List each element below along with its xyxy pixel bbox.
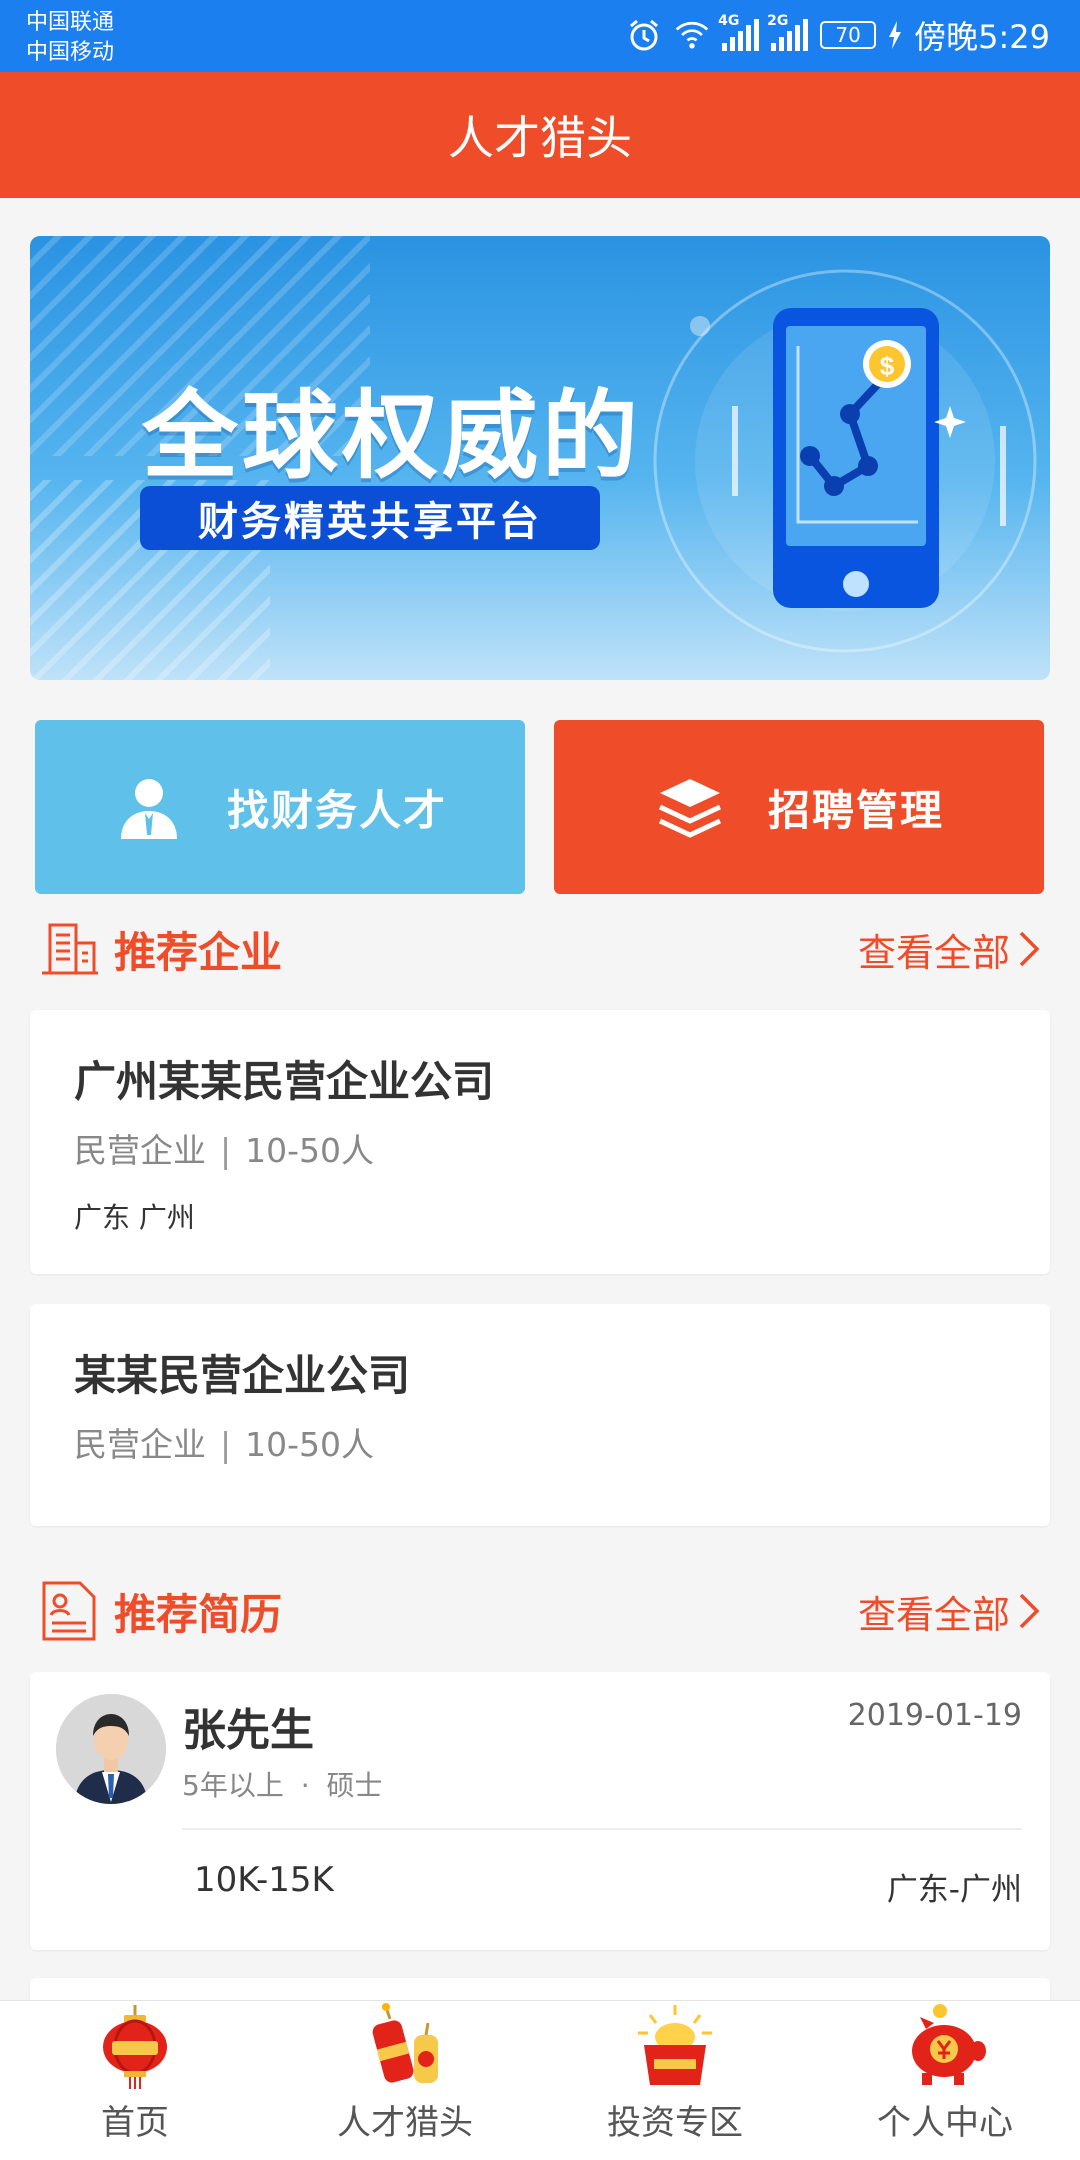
lantern-icon (103, 2005, 167, 2089)
expected-salary: 10K-15K (194, 1860, 334, 1900)
carrier-2: 中国移动 (26, 40, 115, 65)
carrier-info: 中国联通 中国移动 (26, 8, 114, 68)
meta-separator: | (220, 1425, 232, 1464)
signal-4g-icon: 4G (718, 13, 760, 51)
status-bar: 中国联通 中国移动 4G 2G 70 傍晚5:29 (0, 0, 1080, 72)
companies-title-group: 推荐企业 (40, 919, 282, 980)
candidate-meta: 5年以上 · 硕士 (182, 1764, 383, 1804)
tab-talent-hunter[interactable]: 人才猎头 (270, 2001, 540, 2160)
avatar (56, 1694, 166, 1804)
resume-card[interactable]: 张先生 2019-01-19 5年以上 · 硕士 10K-15K 广东-广州 (30, 1672, 1050, 1950)
building-icon (42, 923, 98, 975)
coin-symbol: $ (880, 351, 895, 381)
clock: 傍晚5:29 (914, 18, 1050, 56)
alarm-icon (630, 19, 659, 51)
tab-profile-label: 个人中心 (877, 2103, 1013, 2143)
layers-icon (658, 779, 722, 838)
companies-section-title: 推荐企业 (114, 927, 283, 977)
resume-icon (42, 1581, 96, 1641)
tab-investment-label: 投资专区 (607, 2103, 743, 2143)
company-size: 10-50人 (245, 1131, 375, 1170)
resumes-section-header: 推荐简历 查看全部 (40, 1576, 1040, 1646)
page-title: 人才猎头 (448, 111, 632, 165)
company-type: 民营企业 (74, 1425, 206, 1464)
wifi-icon (675, 21, 709, 49)
resumes-view-all-link[interactable]: 查看全部 (858, 1584, 1040, 1639)
signal-2g-label: 2G (767, 13, 789, 29)
companies-section-header: 推荐企业 查看全部 (40, 914, 1040, 984)
companies-view-all-link[interactable]: 查看全部 (858, 922, 1040, 977)
chevron-right-icon (1019, 1593, 1040, 1629)
tab-home[interactable]: 首页 (0, 2001, 270, 2160)
company-size: 10-50人 (245, 1425, 375, 1464)
meta-separator: | (220, 1131, 232, 1170)
resumes-view-all-label: 查看全部 (857, 1592, 1010, 1637)
piggy-bank-icon (912, 2004, 986, 2085)
divider (182, 1828, 1022, 1830)
tab-profile[interactable]: 个人中心 (810, 2001, 1080, 2160)
companies-view-all-label: 查看全部 (857, 930, 1010, 975)
candidate-location: 广东-广州 (886, 1872, 1022, 1908)
chevron-right-icon (1019, 931, 1040, 967)
meta-dot: · (300, 1769, 310, 1802)
firecracker-icon (372, 2003, 438, 2083)
resume-date: 2019-01-19 (847, 1698, 1022, 1733)
company-card[interactable]: 某某民营企业公司 民营企业 | 10-50人 (30, 1304, 1050, 1526)
company-card[interactable]: 广州某某民营企业公司 民营企业 | 10-50人 广东 广州 (30, 1010, 1050, 1274)
find-talent-label: 找财务人才 (226, 785, 447, 835)
company-location: 广东 广州 (74, 1201, 195, 1234)
company-meta: 民营企业 | 10-50人 (74, 1418, 374, 1466)
promo-banner[interactable]: 全球权威的 财务精英共享平台 $ (30, 236, 1050, 680)
signal-4g-label: 4G (718, 13, 740, 29)
candidate-name: 张先生 (182, 1705, 314, 1756)
banner-subline: 财务精英共享平台 (140, 486, 600, 550)
banner-headline: 全球权威的 (142, 380, 642, 492)
bottom-tab-bar: 首页 人才猎头 投资专区 个人中心 (0, 2000, 1080, 2160)
tab-talent-hunter-label: 人才猎头 (337, 2103, 473, 2143)
signal-2g-icon: 2G (767, 13, 809, 51)
resumes-section-title: 推荐简历 (114, 1589, 283, 1639)
recruit-manage-label: 招聘管理 (767, 785, 944, 835)
battery-indicator: 70 (820, 21, 877, 49)
resumes-title-group: 推荐简历 (40, 1579, 282, 1643)
candidate-experience: 5年以上 (182, 1769, 284, 1802)
app-header: 人才猎头 (0, 72, 1080, 198)
tab-home-label: 首页 (101, 2103, 169, 2143)
company-type: 民营企业 (74, 1131, 206, 1170)
carrier-1: 中国联通 (26, 10, 115, 35)
candidate-education: 硕士 (326, 1769, 383, 1802)
recruit-manage-button[interactable]: 招聘管理 (554, 720, 1044, 894)
person-icon (120, 779, 177, 839)
find-talent-button[interactable]: 找财务人才 (35, 720, 525, 894)
company-name: 某某民营企业公司 (74, 1351, 411, 1400)
tab-investment[interactable]: 投资专区 (540, 2001, 810, 2160)
phone-chart-illustration: $ (653, 269, 1037, 653)
charging-icon (889, 21, 902, 49)
gold-ingot-icon (638, 2005, 712, 2085)
status-icons: 4G 2G 70 傍晚5:29 (626, 12, 1050, 58)
company-name: 广州某某民营企业公司 (74, 1057, 495, 1106)
company-meta: 民营企业 | 10-50人 (74, 1124, 374, 1172)
